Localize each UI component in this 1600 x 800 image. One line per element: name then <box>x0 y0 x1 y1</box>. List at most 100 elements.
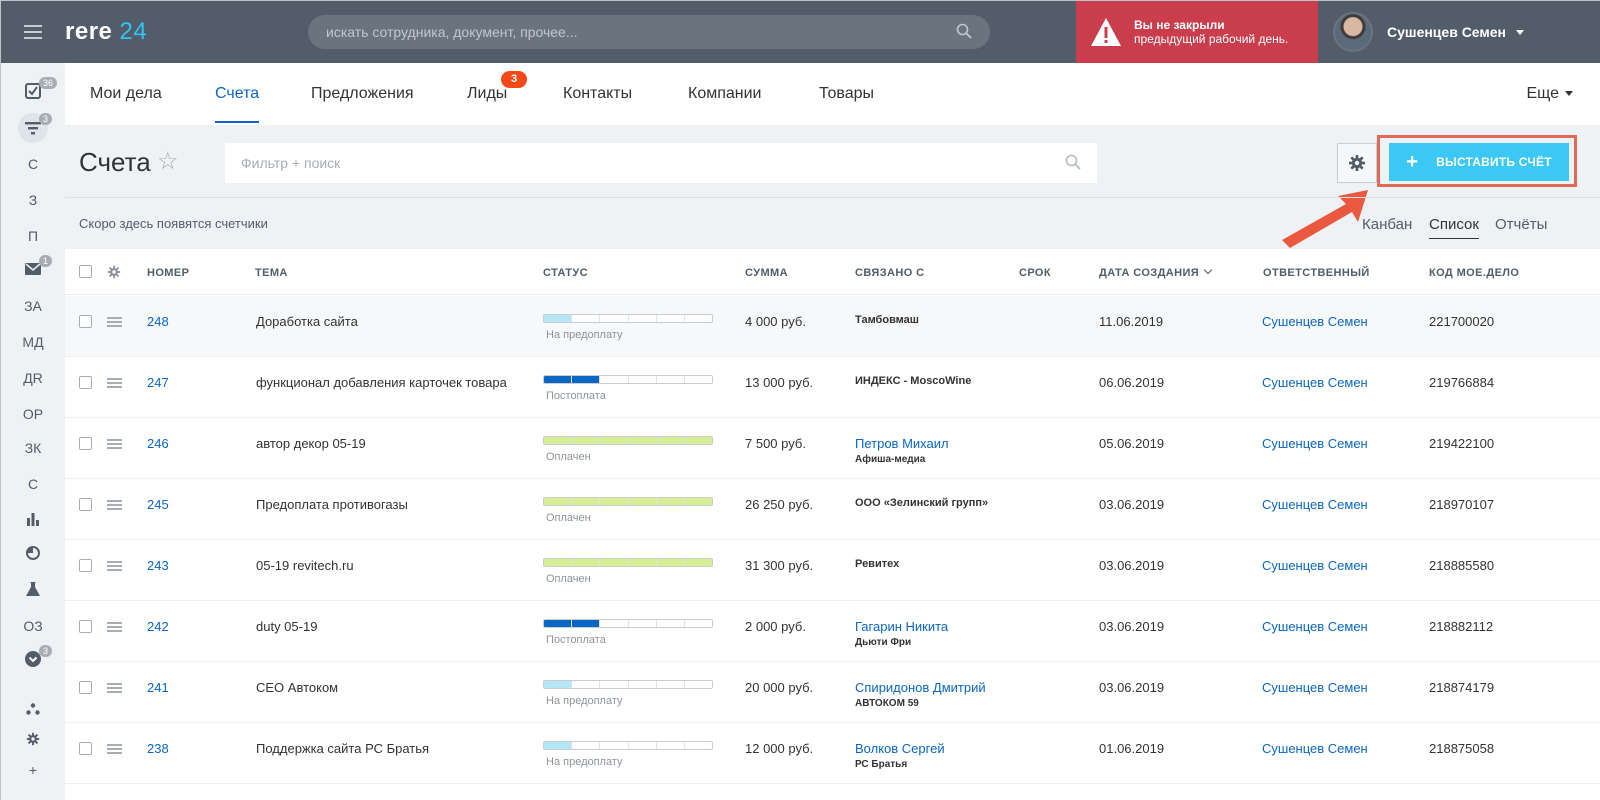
row-menu-icon[interactable] <box>107 439 122 441</box>
table-row[interactable]: 246 автор декор 05-19 Оплачен 7 500 руб. Пет… <box>65 418 1600 479</box>
table-row[interactable]: 248 Доработка сайта На предоплату 4 000 руб… <box>65 296 1600 357</box>
linked-contact[interactable]: Спиридонов Дмитрий <box>855 680 986 695</box>
user-menu[interactable]: Сушенцев Семен <box>1333 1 1525 63</box>
create-invoice-button[interactable]: + ВЫСТАВИТЬ СЧЁТ <box>1389 143 1569 181</box>
sidebar-item-filter[interactable]: 3 <box>1 111 65 145</box>
linked-contact[interactable]: Петров Михаил <box>855 436 949 451</box>
column-header-status[interactable]: СТАТУС <box>543 267 588 279</box>
responsible-user[interactable]: Сушенцев Семен <box>1262 619 1368 634</box>
gear-icon[interactable] <box>107 265 121 279</box>
tab-0[interactable]: Мои дела <box>90 63 162 125</box>
invoice-number[interactable]: 243 <box>147 558 169 573</box>
search-icon[interactable] <box>1065 154 1081 170</box>
sidebar-item-chevron-down[interactable]: 3 <box>1 643 65 677</box>
responsible-user[interactable]: Сушенцев Семен <box>1262 497 1368 512</box>
row-menu-icon[interactable] <box>107 378 122 380</box>
avatar[interactable] <box>1333 12 1373 52</box>
responsible-user[interactable]: Сушенцев Семен <box>1262 375 1368 390</box>
table-row[interactable]: 245 Предоплата противогазы Оплачен 26 250 р… <box>65 479 1600 540</box>
sidebar-item-label[interactable]: ОЗ <box>1 609 65 643</box>
settings-button[interactable] <box>1337 143 1377 183</box>
sidebar-item-chart[interactable] <box>1 503 65 537</box>
table-row[interactable]: 238 Поддержка сайта РС Братья На предоплат… <box>65 723 1600 784</box>
star-icon[interactable]: ☆ <box>157 147 179 176</box>
view-kanban[interactable]: Канбан <box>1362 216 1412 233</box>
sidebar-item-flask[interactable] <box>1 573 65 607</box>
column-header-code[interactable]: КОД МОЕ.ДЕЛО <box>1429 267 1519 279</box>
sidebar-item-label[interactable]: С <box>1 467 65 501</box>
sidebar-item-clock[interactable] <box>1 537 65 571</box>
responsible-user[interactable]: Сушенцев Семен <box>1262 558 1368 573</box>
table-row[interactable]: 243 05-19 revitech.ru Оплачен 31 300 руб. Ре… <box>65 540 1600 601</box>
column-header-linked[interactable]: СВЯЗАНО С <box>855 267 924 279</box>
logo[interactable]: rere 24 <box>65 18 305 46</box>
invoice-number[interactable]: 242 <box>147 619 169 634</box>
linked-company[interactable]: АВТОКОМ 59 <box>855 698 919 709</box>
sidebar-item-label[interactable]: ДR <box>1 361 65 395</box>
row-checkbox[interactable] <box>79 742 92 755</box>
linked-company[interactable]: Тамбовмаш <box>855 314 919 326</box>
tab-4[interactable]: Контакты <box>563 63 632 125</box>
sidebar-item-label[interactable]: + <box>1 753 65 787</box>
responsible-user[interactable]: Сушенцев Семен <box>1262 436 1368 451</box>
global-search[interactable] <box>308 15 990 49</box>
row-menu-icon[interactable] <box>107 561 122 563</box>
table-row[interactable]: 247 функционал добавления карточек товара… <box>65 357 1600 418</box>
row-checkbox[interactable] <box>79 681 92 694</box>
sidebar-item-label[interactable]: ЗК <box>1 431 65 465</box>
search-icon[interactable] <box>956 23 972 39</box>
column-header-created[interactable]: ДАТА СОЗДАНИЯ <box>1099 265 1213 279</box>
row-checkbox[interactable] <box>79 315 92 328</box>
column-header-sum[interactable]: СУММА <box>745 267 788 279</box>
row-checkbox[interactable] <box>79 498 92 511</box>
row-checkbox[interactable] <box>79 437 92 450</box>
linked-company[interactable]: Ревитех <box>855 558 899 570</box>
sidebar-item-label[interactable]: ЗА <box>1 289 65 323</box>
sidebar-item-structure[interactable] <box>1 693 65 727</box>
user-name[interactable]: Сушенцев Семен <box>1387 24 1506 40</box>
sidebar-item-tasks[interactable]: 36 <box>1 75 65 109</box>
responsible-user[interactable]: Сушенцев Семен <box>1262 314 1368 329</box>
column-header-owner[interactable]: ОТВЕТСТВЕННЫЙ <box>1263 267 1370 279</box>
invoice-number[interactable]: 245 <box>147 497 169 512</box>
tab-5[interactable]: Компании <box>688 63 762 125</box>
responsible-user[interactable]: Сушенцев Семен <box>1262 741 1368 756</box>
row-menu-icon[interactable] <box>107 622 122 624</box>
row-menu-icon[interactable] <box>107 500 122 502</box>
column-header-number[interactable]: НОМЕР <box>147 267 189 279</box>
more-menu[interactable]: Еще <box>1526 63 1573 125</box>
sidebar-item-label[interactable]: С <box>1 147 65 181</box>
responsible-user[interactable]: Сушенцев Семен <box>1262 680 1368 695</box>
linked-company[interactable]: Дьюти Фри <box>855 637 911 648</box>
menu-icon[interactable] <box>1 1 65 63</box>
row-menu-icon[interactable] <box>107 744 122 746</box>
linked-company[interactable]: ИНДЕКС - MoscoWine <box>855 375 971 387</box>
row-menu-icon[interactable] <box>107 683 122 685</box>
global-search-input[interactable] <box>326 24 926 40</box>
sidebar-item-label[interactable]: З <box>1 183 65 217</box>
linked-contact[interactable]: Гагарин Никита <box>855 619 948 634</box>
tab-3[interactable]: Лиды 3 <box>467 63 527 125</box>
column-header-deadline[interactable]: СРОК <box>1019 267 1051 279</box>
linked-company[interactable]: ООО «Зелинский групп» <box>855 497 988 509</box>
select-all-checkbox[interactable] <box>79 265 92 278</box>
table-row[interactable]: 241 CEO Автоком На предоплату 20 000 руб. Сп… <box>65 662 1600 723</box>
table-row[interactable]: 242 duty 05-19 Постоплата 2 000 руб. Гагарин… <box>65 601 1600 662</box>
row-menu-icon[interactable] <box>107 317 122 319</box>
sidebar-item-mail[interactable]: 1 <box>1 253 65 287</box>
tab-6[interactable]: Товары <box>819 63 874 125</box>
linked-company[interactable]: РС Братья <box>855 759 907 770</box>
invoice-number[interactable]: 248 <box>147 314 169 329</box>
invoice-number[interactable]: 247 <box>147 375 169 390</box>
row-checkbox[interactable] <box>79 620 92 633</box>
sidebar-item-label[interactable]: П <box>1 219 65 253</box>
filter-search[interactable] <box>225 143 1097 183</box>
sidebar-item-label[interactable]: ОР <box>1 397 65 431</box>
invoice-number[interactable]: 246 <box>147 436 169 451</box>
linked-company[interactable]: Афиша-медиа <box>855 454 925 465</box>
row-checkbox[interactable] <box>79 559 92 572</box>
column-header-topic[interactable]: ТЕМА <box>255 267 288 279</box>
invoice-number[interactable]: 241 <box>147 680 169 695</box>
linked-contact[interactable]: Волков Сергей <box>855 741 945 756</box>
row-checkbox[interactable] <box>79 376 92 389</box>
